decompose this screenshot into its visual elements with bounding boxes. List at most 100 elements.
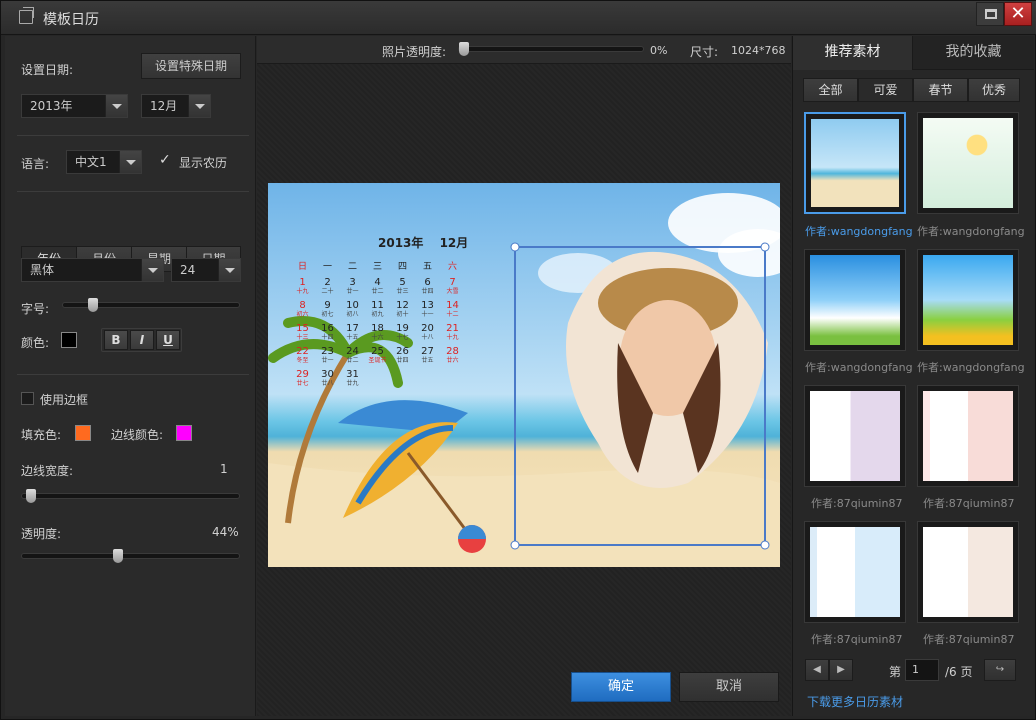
day-number: 8: [299, 300, 306, 311]
lunar-date: 十一: [421, 311, 434, 318]
calendar-title: 2013年 12月: [378, 236, 469, 250]
fill-color-label: 填充色:: [21, 428, 62, 442]
template-thumbnail[interactable]: [917, 249, 1019, 351]
language-value: 中文1: [75, 155, 107, 169]
month-value: 12月: [150, 99, 178, 113]
template-thumbnail[interactable]: [804, 249, 906, 351]
lunar-date: 初七: [321, 311, 334, 318]
calendar-day: 16 十四: [315, 321, 340, 341]
calendar-day: 9 初七: [315, 298, 340, 318]
month-select[interactable]: 12月: [141, 94, 211, 118]
maximize-button[interactable]: [976, 2, 1004, 26]
day-number: 14: [446, 300, 459, 311]
calendar-day: 4 廿二: [365, 275, 390, 295]
border-color-label: 边线颜色:: [111, 428, 164, 442]
lunar-date: 二十: [321, 288, 334, 295]
use-border-checkbox[interactable]: [21, 392, 34, 405]
close-button[interactable]: ✕: [1004, 2, 1032, 26]
checkmark-icon[interactable]: ✓: [159, 152, 171, 168]
slider-thumb[interactable]: [26, 489, 36, 503]
template-thumbnail[interactable]: [804, 521, 906, 623]
weekday-header: 日: [297, 262, 307, 272]
calendar-day: 8 初六: [290, 298, 315, 318]
photo-opacity-slider[interactable]: [458, 42, 644, 56]
lunar-date: 十二: [446, 311, 459, 318]
template-thumbnail[interactable]: [804, 385, 906, 487]
day-number: 17: [346, 323, 359, 334]
tab-favorites[interactable]: 我的收藏: [913, 36, 1034, 70]
opacity-slider[interactable]: [21, 549, 240, 563]
year-select[interactable]: 2013年: [21, 94, 128, 118]
fill-color-swatch[interactable]: [75, 425, 91, 441]
download-more-link[interactable]: 下载更多日历素材: [807, 693, 903, 710]
template-thumbnail[interactable]: [917, 112, 1019, 214]
bold-button[interactable]: B: [104, 330, 128, 350]
text-color-swatch[interactable]: [61, 332, 77, 348]
ok-button[interactable]: 确定: [571, 672, 671, 702]
font-size-value: 24: [180, 263, 196, 277]
font-value: 黑体: [30, 263, 55, 277]
calendar-day: 24 廿二: [340, 344, 365, 364]
chevron-down-icon: [218, 259, 240, 281]
italic-button[interactable]: I: [130, 330, 154, 350]
prev-page-button[interactable]: ◀: [805, 659, 829, 681]
special-date-button[interactable]: 设置特殊日期: [141, 53, 241, 79]
calendar-preview-canvas[interactable]: 2013年 12月 日一二三四五六 1 十九 2 二十 3 廿一 4 廿二 5 廿三 6 廿四 7 大雪 8 初…: [268, 183, 780, 567]
underline-button[interactable]: U: [156, 330, 180, 350]
template-thumbnail[interactable]: [917, 521, 1019, 623]
border-width-slider[interactable]: [21, 489, 240, 503]
subtab-all[interactable]: 全部: [803, 78, 858, 102]
lunar-date: 十九: [296, 288, 309, 295]
chevron-down-icon: [105, 95, 127, 117]
year-value: 2013年: [30, 99, 73, 113]
calendar-day: 5 廿三: [390, 275, 415, 295]
day-number: 11: [371, 300, 384, 311]
size-dim-label: 尺寸:: [690, 45, 719, 59]
template-thumbnail[interactable]: [804, 112, 906, 214]
calendar-day: 3 廿一: [340, 275, 365, 295]
preview-area: 照片透明度: 0% 尺寸: 1024*768 2013年 12月 日 一 二 三…: [257, 36, 791, 716]
use-border-label: 使用边框: [40, 393, 89, 407]
chevron-down-icon: [188, 95, 210, 117]
language-select[interactable]: 中文1: [66, 150, 142, 174]
day-number: 24: [346, 346, 359, 357]
font-size-select[interactable]: 24: [171, 258, 241, 282]
weekday-header: 一: [322, 262, 332, 272]
day-number: 1: [299, 277, 306, 288]
cancel-button[interactable]: 取消: [679, 672, 779, 702]
weekday-header: 五: [422, 262, 432, 272]
window-title: 模板日历: [43, 12, 99, 28]
slider-thumb[interactable]: [88, 298, 98, 312]
show-lunar-label: 显示农历: [179, 156, 228, 170]
font-select[interactable]: 黑体: [21, 258, 164, 282]
page-input[interactable]: 1: [905, 659, 939, 681]
go-arrow-icon: ↪: [995, 664, 1005, 675]
lunar-date: 廿四: [396, 357, 409, 364]
template-thumbnail[interactable]: [917, 385, 1019, 487]
lunar-date: 初九: [371, 311, 384, 318]
slider-thumb[interactable]: [459, 42, 469, 56]
size-dim-value: 1024*768: [731, 44, 786, 57]
border-color-swatch[interactable]: [176, 425, 192, 441]
subtab-spring-festival[interactable]: 春节: [913, 78, 968, 102]
calendar-day: 2 二十: [315, 275, 340, 295]
title-bar: 模板日历 ✕: [1, 1, 1036, 35]
calendar-day: 6 廿四: [415, 275, 440, 295]
subtab-excellent[interactable]: 优秀: [968, 78, 1020, 102]
calendar-day: 27 廿五: [415, 344, 440, 364]
thumbnail-author: 作者:87qiumin87: [811, 633, 903, 646]
calendar-day: 22 冬至: [290, 344, 315, 364]
calendar-day: 23 廿一: [315, 344, 340, 364]
go-page-button[interactable]: ↪: [984, 659, 1016, 681]
next-page-button[interactable]: ▶: [829, 659, 853, 681]
day-number: 29: [296, 369, 309, 380]
divider: [17, 135, 249, 136]
day-number: 3: [349, 277, 356, 288]
size-slider[interactable]: [62, 298, 240, 312]
subtab-cute[interactable]: 可爱: [858, 78, 913, 102]
preview-toolbar: 照片透明度: 0% 尺寸: 1024*768: [257, 36, 791, 64]
day-number: 28: [446, 346, 459, 357]
tab-recommended[interactable]: 推荐素材: [793, 36, 913, 70]
calendar-day: 10 初八: [340, 298, 365, 318]
slider-thumb[interactable]: [113, 549, 123, 563]
